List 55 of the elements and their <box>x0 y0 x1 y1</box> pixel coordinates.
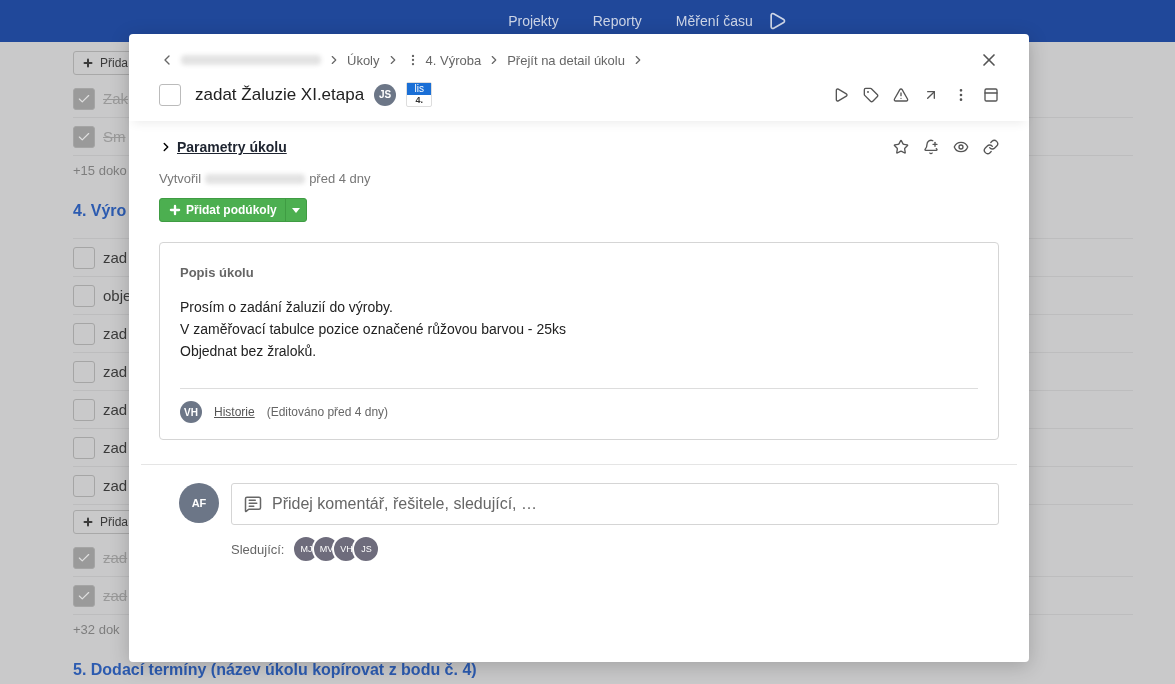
eye-icon[interactable] <box>953 139 969 155</box>
task-checkbox[interactable] <box>73 398 95 421</box>
nav-link[interactable]: Měření času <box>675 13 753 29</box>
task-checkbox[interactable] <box>73 87 95 110</box>
task-title: zad <box>103 477 128 494</box>
panel-icon[interactable] <box>983 86 999 103</box>
history-link[interactable]: Historie <box>214 405 255 419</box>
task-checkbox[interactable] <box>73 546 95 569</box>
task-title: zadat Žaluzie XI.etapa <box>195 84 365 105</box>
task-checkbox[interactable] <box>73 284 95 307</box>
task-checkbox[interactable] <box>159 83 181 106</box>
section-heading: 4. Výro <box>73 202 127 220</box>
assignee-avatar[interactable]: JS <box>374 83 397 106</box>
comment-field[interactable]: Přidej komentář, řešitele, sledující, … <box>231 483 999 525</box>
plus-icon <box>82 516 94 528</box>
task-title: zad <box>103 439 128 456</box>
breadcrumb-link[interactable]: Přejít na detail úkolu <box>507 52 625 68</box>
bell-plus-icon[interactable] <box>923 139 939 155</box>
parameters-link[interactable]: Parametry úkolu <box>177 139 287 155</box>
description-text: Prosím o zadání žaluzií do výroby. V zaměřovací tabulce pozice označené růžovou barvou - 25ks Objednat bez žraloků. <box>180 298 567 361</box>
task-title: obje <box>103 287 132 304</box>
plus-icon <box>82 57 94 69</box>
editor-avatar: VH <box>180 401 202 423</box>
link-icon[interactable] <box>983 139 999 155</box>
breadcrumb-link[interactable]: 4. Výroba <box>425 52 482 68</box>
follower-avatar[interactable]: JS <box>352 535 381 563</box>
tag-icon[interactable] <box>863 86 879 103</box>
task-title: zad <box>103 249 128 266</box>
edited-note: (Editováno před 4 dny) <box>266 405 389 419</box>
warning-icon[interactable] <box>893 86 909 103</box>
card-title: Popis úkolu <box>180 265 255 280</box>
play-icon[interactable] <box>833 86 849 103</box>
due-date-badge[interactable]: lis 4. <box>406 82 433 107</box>
task-title: zad <box>103 363 128 380</box>
breadcrumb-link[interactable]: Úkoly <box>347 52 380 68</box>
plus-icon <box>168 203 182 217</box>
created-time: před 4 dny <box>309 171 371 186</box>
task-checkbox[interactable] <box>73 125 95 148</box>
nav-link[interactable]: Reporty <box>592 13 642 29</box>
user-avatar: AF <box>179 483 219 523</box>
created-label: Vytvořil <box>159 171 202 186</box>
task-title: zad <box>103 325 128 342</box>
task-title: zad <box>103 401 128 418</box>
comment-icon <box>244 495 262 513</box>
task-checkbox[interactable] <box>73 360 95 383</box>
task-checkbox[interactable] <box>73 584 95 607</box>
star-icon[interactable] <box>893 139 909 155</box>
section-heading: 5. Dodací termíny (název úkolu kopírovat z bodu č. 4) <box>73 661 477 679</box>
task-checkbox[interactable] <box>73 246 95 269</box>
followers-label: Sledující: <box>231 541 285 557</box>
task-checkbox[interactable] <box>73 436 95 459</box>
task-checkbox[interactable] <box>73 474 95 497</box>
caret-icon <box>291 207 300 213</box>
task-checkbox[interactable] <box>73 322 95 345</box>
nav-link[interactable]: Projekty <box>508 13 559 29</box>
